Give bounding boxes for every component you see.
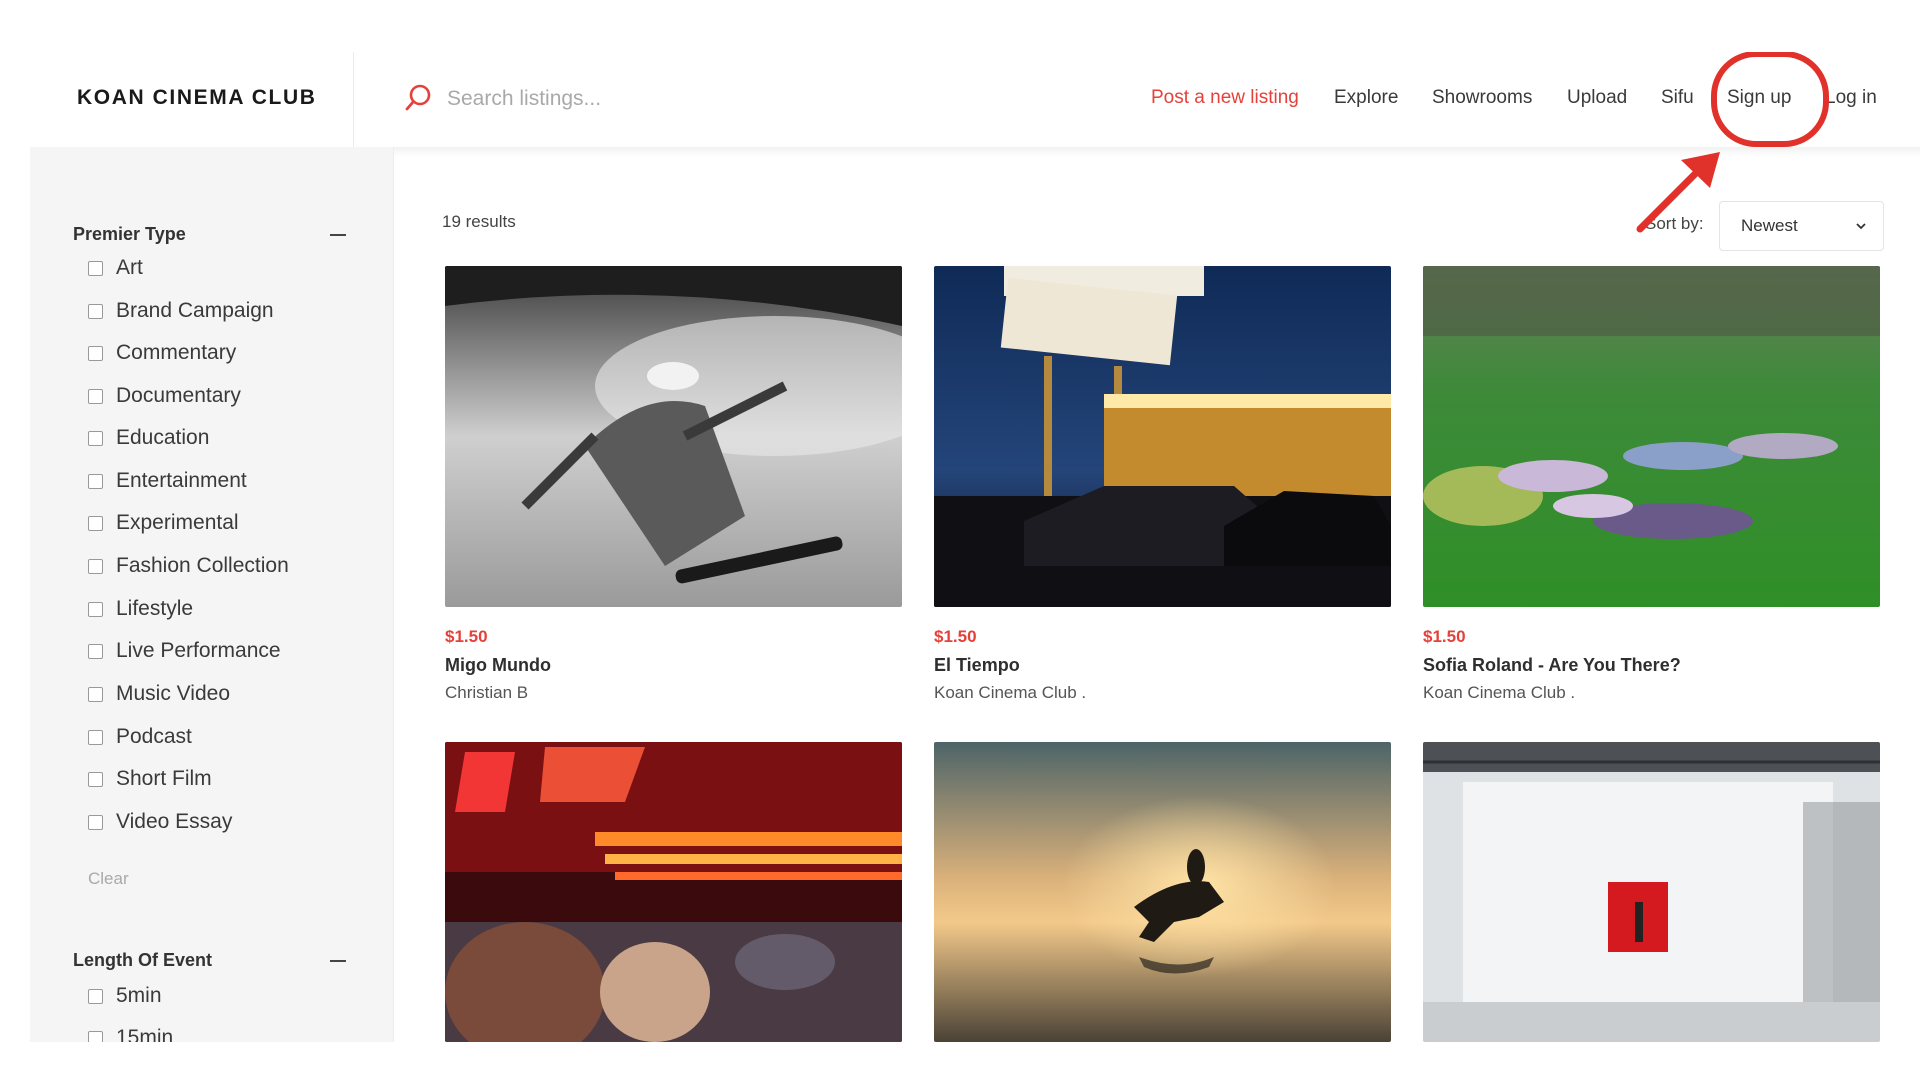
checkbox[interactable]: [88, 729, 103, 745]
listing-card[interactable]: [934, 742, 1391, 1042]
listing-title[interactable]: Migo Mundo: [445, 655, 902, 679]
app-window: KOAN CINEMA CLUB Post a new listing Expl…: [30, 52, 1920, 1042]
listing-author[interactable]: Koan Cinema Club .: [1423, 683, 1880, 705]
listing-thumbnail[interactable]: [934, 742, 1391, 1042]
filter-option-video-essay[interactable]: Video Essay: [88, 807, 232, 837]
filter-option-music-video[interactable]: Music Video: [88, 679, 230, 709]
filter-option-education[interactable]: Education: [88, 423, 209, 453]
length-of-event-heading: Length Of Event: [73, 950, 212, 970]
listing-price: $1.50: [445, 627, 488, 646]
filter-option-podcast[interactable]: Podcast: [88, 722, 192, 752]
checkbox[interactable]: [88, 260, 103, 276]
checkbox[interactable]: [88, 988, 103, 1004]
listing-card[interactable]: [445, 742, 902, 1042]
listing-title[interactable]: Sofia Roland - Are You There?: [1423, 655, 1880, 679]
filter-option-short-film[interactable]: Short Film: [88, 764, 212, 794]
listing-price: $1.50: [934, 627, 977, 646]
listing-thumbnail[interactable]: [1423, 742, 1880, 1042]
checkbox[interactable]: [88, 643, 103, 659]
clear-filters-link[interactable]: Clear: [88, 869, 129, 889]
white-studio-red-square-photo: [1423, 742, 1880, 1042]
filter-option-brand-campaign[interactable]: Brand Campaign: [88, 296, 274, 326]
listing-card[interactable]: $1.50 Sofia Roland - Are You There? Koan…: [1423, 266, 1880, 705]
collapse-icon[interactable]: [330, 234, 346, 236]
filter-option-live-performance[interactable]: Live Performance: [88, 636, 281, 666]
checkbox[interactable]: [88, 1030, 103, 1042]
checkbox[interactable]: [88, 771, 103, 787]
sort-dropdown[interactable]: Newest: [1719, 201, 1884, 251]
listing-price: $1.50: [1423, 627, 1466, 646]
filter-option-entertainment[interactable]: Entertainment: [88, 466, 247, 496]
upload-link[interactable]: Upload: [1567, 87, 1627, 109]
diner-night-cars-photo: [934, 266, 1391, 607]
checkbox[interactable]: [88, 473, 103, 489]
checkbox[interactable]: [88, 686, 103, 702]
premier-type-heading: Premier Type: [73, 224, 186, 244]
checkbox[interactable]: [88, 558, 103, 574]
chevron-down-icon: [1856, 223, 1866, 230]
neon-sign-lighter-photo: [445, 742, 902, 1042]
log-in-link[interactable]: Log in: [1825, 87, 1877, 109]
checkbox[interactable]: [88, 601, 103, 617]
header-divider: [353, 52, 354, 147]
showrooms-link[interactable]: Showrooms: [1432, 87, 1532, 109]
checkbox[interactable]: [88, 430, 103, 446]
sort-label: Sort by:: [1645, 214, 1704, 233]
annotation-arrowhead: [1681, 152, 1720, 188]
post-listing-link[interactable]: Post a new listing: [1151, 87, 1299, 109]
horse-rider-beach-sunset-photo: [934, 742, 1391, 1042]
filter-option-commentary[interactable]: Commentary: [88, 338, 236, 368]
listing-title[interactable]: El Tiempo: [934, 655, 1391, 679]
explore-link[interactable]: Explore: [1334, 87, 1398, 109]
listing-author[interactable]: Christian B: [445, 683, 902, 705]
filter-option-5min[interactable]: 5min: [88, 981, 162, 1011]
skateboarder-bowl-photo: [445, 266, 902, 607]
people-lying-on-grass-photo: [1423, 266, 1880, 607]
listing-thumbnail[interactable]: [1423, 266, 1880, 607]
listing-thumbnail[interactable]: [445, 742, 902, 1042]
listing-thumbnail[interactable]: [934, 266, 1391, 607]
listing-card[interactable]: $1.50 Migo Mundo Christian B: [445, 266, 902, 705]
checkbox[interactable]: [88, 814, 103, 830]
checkbox[interactable]: [88, 345, 103, 361]
filter-option-art[interactable]: Art: [88, 253, 143, 283]
listing-card[interactable]: $1.50 El Tiempo Koan Cinema Club .: [934, 266, 1391, 705]
search-icon[interactable]: [402, 82, 434, 114]
filter-option-fashion-collection[interactable]: Fashion Collection: [88, 551, 289, 581]
sign-up-link[interactable]: Sign up: [1727, 87, 1791, 109]
filter-option-documentary[interactable]: Documentary: [88, 381, 241, 411]
filter-option-experimental[interactable]: Experimental: [88, 508, 239, 538]
results-count: 19 results: [442, 212, 516, 231]
listing-author[interactable]: Koan Cinema Club .: [934, 683, 1391, 705]
site-logo[interactable]: KOAN CINEMA CLUB: [77, 86, 316, 110]
listing-card[interactable]: [1423, 742, 1880, 1042]
listing-thumbnail[interactable]: [445, 266, 902, 607]
top-navigation-bar: KOAN CINEMA CLUB Post a new listing Expl…: [30, 52, 1920, 147]
sort-value: Newest: [1741, 216, 1798, 235]
checkbox[interactable]: [88, 303, 103, 319]
filter-option-15min[interactable]: 15min: [88, 1023, 173, 1042]
filter-option-lifestyle[interactable]: Lifestyle: [88, 594, 193, 624]
search-input[interactable]: [445, 80, 809, 118]
filter-sidebar: Premier Type Art Brand Campaign Commenta…: [30, 147, 394, 1042]
sifu-link[interactable]: Sifu: [1661, 87, 1694, 109]
checkbox[interactable]: [88, 515, 103, 531]
collapse-icon[interactable]: [330, 960, 346, 962]
checkbox[interactable]: [88, 388, 103, 404]
